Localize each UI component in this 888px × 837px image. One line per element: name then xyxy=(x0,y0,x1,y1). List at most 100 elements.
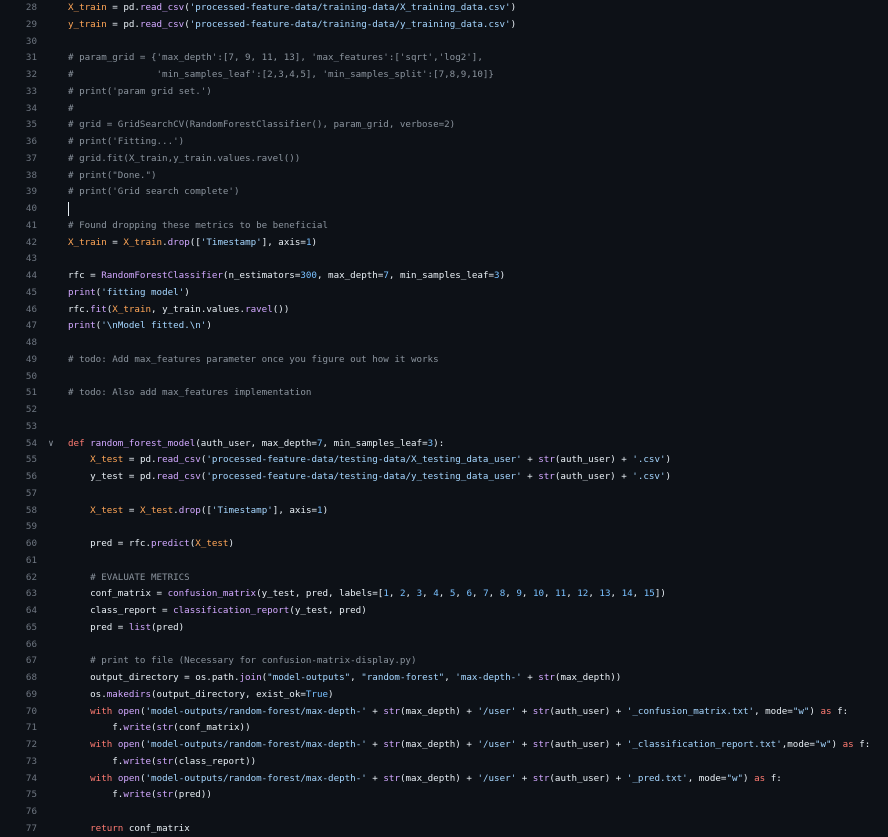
code-token: # print to file (Necessary for confusion… xyxy=(90,655,417,666)
code-token: + xyxy=(516,706,533,717)
code-line[interactable]: 56 y_test = pd.read_csv('processed-featu… xyxy=(0,469,888,485)
code-token: (n_estimators= xyxy=(222,270,301,281)
code-line[interactable]: 66 xyxy=(0,637,888,653)
code-line[interactable]: 59 xyxy=(0,519,888,535)
code-line[interactable]: 55 X_test = pd.read_csv('processed-featu… xyxy=(0,452,888,468)
code-token: , xyxy=(521,588,533,599)
code-token: f. xyxy=(68,756,124,767)
code-token: , xyxy=(350,672,362,683)
code-token: , min_samples_leaf= xyxy=(388,270,495,281)
code-line[interactable]: 68 output_directory = os.path.join("mode… xyxy=(0,670,888,686)
code-line[interactable]: 76 xyxy=(0,804,888,820)
code-token: open xyxy=(117,739,140,750)
code-line[interactable]: 58 X_test = X_test.drop(['Timestamp'], a… xyxy=(0,503,888,519)
code-line[interactable]: 42 X_train = X_train.drop(['Timestamp'], … xyxy=(0,235,888,251)
code-line[interactable]: 32 # 'min_samples_leaf':[2,3,4,5], 'min_s… xyxy=(0,67,888,83)
code-token: , mode= xyxy=(754,706,793,717)
line-number: 74 xyxy=(25,773,37,784)
code-line[interactable]: 45 print('fitting model') xyxy=(0,285,888,301)
code-token: str xyxy=(538,471,555,482)
code-line[interactable]: 69 os.makedirs(output_directory, exist_o… xyxy=(0,687,888,703)
code-token: '_pred.txt' xyxy=(626,773,688,784)
code-text: # print('Fitting...') xyxy=(68,134,184,150)
code-line[interactable]: 67 # print to file (Necessary for confus… xyxy=(0,653,888,669)
fold-chevron-icon[interactable]: ∨ xyxy=(46,436,56,452)
code-line[interactable]: 29 y_train = pd.read_csv('processed-featu… xyxy=(0,17,888,33)
code-token: , xyxy=(455,588,467,599)
code-line[interactable]: 34 # xyxy=(0,101,888,117)
code-token: , xyxy=(505,588,517,599)
code-text: # todo: Also add max_features implementa… xyxy=(68,385,311,401)
code-line[interactable]: 75 f.write(str(pred)) xyxy=(0,787,888,803)
code-line[interactable]: 54 ∨ def random_forest_model(auth_user, ma… xyxy=(0,436,888,452)
line-number: 36 xyxy=(25,136,37,147)
line-number: 71 xyxy=(25,722,37,733)
code-line[interactable]: 31 # param_grid = {'max_depth':[7, 9, 11,… xyxy=(0,50,888,66)
line-number: 67 xyxy=(25,655,37,666)
line-number: 59 xyxy=(25,521,37,532)
code-token: , xyxy=(388,588,400,599)
code-line[interactable]: 73 f.write(str(class_report)) xyxy=(0,754,888,770)
code-line[interactable]: 44 rfc = RandomForestClassifier(n_estimat… xyxy=(0,268,888,284)
code-line[interactable]: 36 # print('Fitting...') xyxy=(0,134,888,150)
code-token: ) xyxy=(665,471,672,482)
code-line[interactable]: 39 # print('Grid search complete') xyxy=(0,184,888,200)
code-line[interactable]: 51 # todo: Also add max_features implemen… xyxy=(0,385,888,401)
code-token: 'Timestamp' xyxy=(211,505,273,516)
code-line[interactable]: 47 print('\nModel fitted.\n') xyxy=(0,318,888,334)
code-token: (class_report)) xyxy=(173,756,257,767)
line-number: 46 xyxy=(25,304,37,315)
code-line[interactable]: 35 # grid = GridSearchCV(RandomForestClas… xyxy=(0,117,888,133)
code-line[interactable]: 46 rfc.fit(X_train, y_train.values.ravel(… xyxy=(0,302,888,318)
code-token: '_confusion_matrix.txt' xyxy=(626,706,755,717)
code-token: 300 xyxy=(300,270,317,281)
code-line[interactable]: 71 f.write(str(conf_matrix)) xyxy=(0,720,888,736)
code-line[interactable]: 43 xyxy=(0,251,888,267)
code-token: ([ xyxy=(189,237,201,248)
code-line[interactable]: 33 # print('param grid set.') xyxy=(0,84,888,100)
code-line[interactable]: 37 # grid.fit(X_train,y_train.values.rave… xyxy=(0,151,888,167)
code-line[interactable]: 28 X_train = pd.read_csv('processed-featu… xyxy=(0,0,888,16)
code-text: X_train = X_train.drop(['Timestamp'], ax… xyxy=(68,235,317,251)
code-line[interactable]: 30 xyxy=(0,34,888,50)
code-line[interactable]: 72 with open('model-outputs/random-fores… xyxy=(0,737,888,753)
code-token: + xyxy=(521,454,539,465)
code-line[interactable]: 48 xyxy=(0,335,888,351)
code-line[interactable]: 61 xyxy=(0,553,888,569)
code-line[interactable]: 49 # todo: Add max_features parameter onc… xyxy=(0,352,888,368)
code-token: def xyxy=(68,438,91,449)
code-token: ravel xyxy=(245,304,273,315)
code-token: (y_test, pred) xyxy=(289,605,367,616)
code-line[interactable]: 77 return conf_matrix xyxy=(0,821,888,837)
code-editor[interactable]: 28 X_train = pd.read_csv('processed-featu… xyxy=(0,0,888,834)
code-token: X_test xyxy=(139,505,174,516)
code-line[interactable]: 40 xyxy=(0,201,888,217)
code-line[interactable]: 64 class_report = classification_report(… xyxy=(0,603,888,619)
code-line[interactable]: 52 xyxy=(0,402,888,418)
code-token: 12 xyxy=(577,588,589,599)
code-text: pred = list(pred) xyxy=(68,620,184,636)
code-line[interactable]: 62 # EVALUATE METRICS xyxy=(0,570,888,586)
code-token: ) xyxy=(499,270,506,281)
code-line[interactable]: 63 conf_matrix = confusion_matrix(y_test… xyxy=(0,586,888,602)
code-token: X_train xyxy=(68,237,107,248)
code-token: (auth_user) + xyxy=(554,471,633,482)
code-text: with open('model-outputs/random-forest/m… xyxy=(68,771,782,787)
code-line[interactable]: 38 # print("Done.") xyxy=(0,168,888,184)
code-token: X_test xyxy=(90,454,124,465)
code-token: , xyxy=(472,588,484,599)
code-text: conf_matrix = confusion_matrix(y_test, p… xyxy=(68,586,666,602)
code-line[interactable]: 70 with open('model-outputs/random-fores… xyxy=(0,704,888,720)
code-line[interactable]: 74 with open('model-outputs/random-fores… xyxy=(0,771,888,787)
code-token: , xyxy=(610,588,622,599)
code-line[interactable]: 57 xyxy=(0,486,888,502)
code-token: # todo: Also add max_features implementa… xyxy=(68,387,312,398)
code-line[interactable]: 60 pred = rfc.predict(X_test) xyxy=(0,536,888,552)
code-line[interactable]: 50 xyxy=(0,369,888,385)
code-line[interactable]: 65 pred = list(pred) xyxy=(0,620,888,636)
code-line[interactable]: 53 xyxy=(0,419,888,435)
code-token: str xyxy=(538,672,555,683)
code-line[interactable]: 41 # Found dropping these metrics to be b… xyxy=(0,218,888,234)
code-token: str xyxy=(538,454,555,465)
